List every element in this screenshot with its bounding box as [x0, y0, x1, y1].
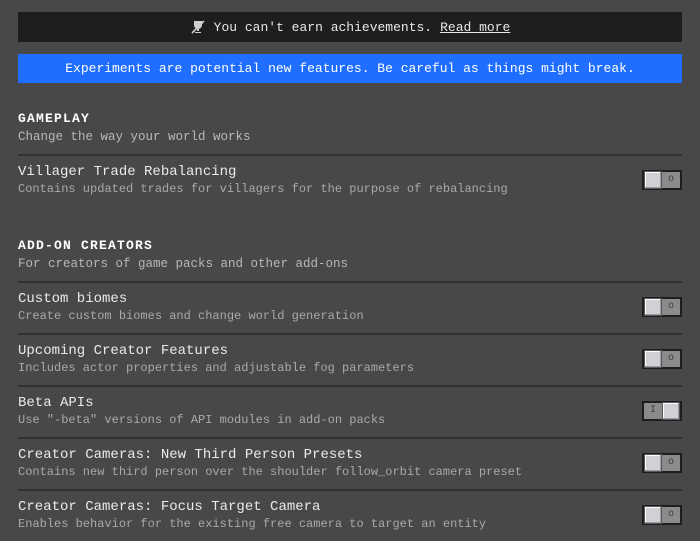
- setting-title: Custom biomes: [18, 291, 632, 307]
- section-title: GAMEPLAY: [18, 111, 682, 126]
- toggle-off-icon: o: [668, 510, 674, 520]
- setting-desc: Enables behavior for the existing free c…: [18, 517, 632, 531]
- section-subtitle: For creators of game packs and other add…: [18, 257, 682, 271]
- setting-desc: Includes actor properties and adjustable…: [18, 361, 632, 375]
- setting-row-third-person-presets: Creator Cameras: New Third Person Preset…: [18, 437, 682, 489]
- toggle-custom-biomes[interactable]: o: [642, 297, 682, 317]
- setting-title: Villager Trade Rebalancing: [18, 164, 632, 180]
- toggle-off-icon: o: [668, 458, 674, 468]
- setting-title: Creator Cameras: Focus Target Camera: [18, 499, 632, 515]
- setting-row-villager-trade: Villager Trade Rebalancing Contains upda…: [18, 154, 682, 206]
- toggle-beta-apis[interactable]: I: [642, 401, 682, 421]
- setting-title: Upcoming Creator Features: [18, 343, 632, 359]
- setting-row-upcoming-creator: Upcoming Creator Features Includes actor…: [18, 333, 682, 385]
- toggle-off-icon: o: [668, 302, 674, 312]
- setting-row-custom-biomes: Custom biomes Create custom biomes and c…: [18, 281, 682, 333]
- setting-row-focus-target-camera: Creator Cameras: Focus Target Camera Ena…: [18, 489, 682, 541]
- read-more-link[interactable]: Read more: [440, 20, 510, 35]
- setting-title: Beta APIs: [18, 395, 632, 411]
- achievements-notice-text: You can't earn achievements.: [214, 20, 432, 35]
- toggle-off-icon: o: [668, 175, 674, 185]
- setting-row-beta-apis: Beta APIs Use "-beta" versions of API mo…: [18, 385, 682, 437]
- setting-desc: Create custom biomes and change world ge…: [18, 309, 632, 323]
- toggle-villager-trade[interactable]: o: [642, 170, 682, 190]
- experiments-warning-banner: Experiments are potential new features. …: [18, 54, 682, 83]
- section-subtitle: Change the way your world works: [18, 130, 682, 144]
- section-title: ADD-ON CREATORS: [18, 238, 682, 253]
- toggle-off-icon: o: [668, 354, 674, 364]
- toggle-upcoming-creator[interactable]: o: [642, 349, 682, 369]
- trophy-disabled-icon: [190, 19, 206, 35]
- toggle-on-icon: I: [650, 406, 656, 416]
- setting-desc: Contains updated trades for villagers fo…: [18, 182, 632, 196]
- setting-desc: Use "-beta" versions of API modules in a…: [18, 413, 632, 427]
- toggle-third-person-presets[interactable]: o: [642, 453, 682, 473]
- setting-desc: Contains new third person over the shoul…: [18, 465, 632, 479]
- section-addon-creators: ADD-ON CREATORS For creators of game pac…: [18, 238, 682, 541]
- toggle-focus-target-camera[interactable]: o: [642, 505, 682, 525]
- section-gameplay: GAMEPLAY Change the way your world works…: [18, 111, 682, 206]
- setting-title: Creator Cameras: New Third Person Preset…: [18, 447, 632, 463]
- achievements-notice: You can't earn achievements. Read more: [18, 12, 682, 42]
